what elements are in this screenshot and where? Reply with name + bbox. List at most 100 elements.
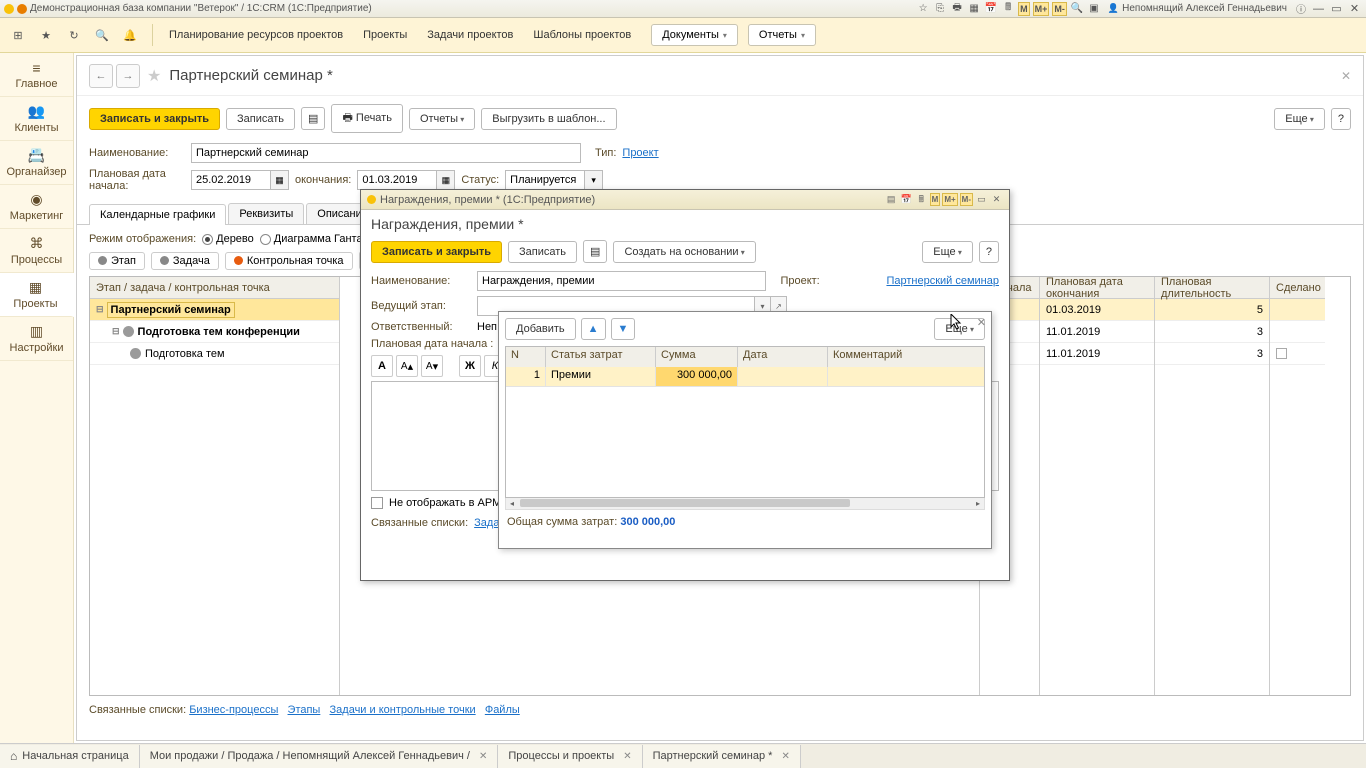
modal-tag-button[interactable]: ▤ xyxy=(583,240,607,263)
bold-button[interactable]: Ж xyxy=(459,355,481,377)
calendar-icon[interactable]: 📅 xyxy=(900,193,913,206)
save-close-button[interactable]: Записать и закрыть xyxy=(89,108,220,130)
calc-icon[interactable]: 🖩 xyxy=(915,193,928,206)
menu-documents[interactable]: Документы xyxy=(651,24,738,46)
minimize-icon[interactable]: — xyxy=(1311,2,1326,16)
taskbar-home[interactable]: Начальная страница xyxy=(0,745,140,768)
tool-icon[interactable]: 🖶 xyxy=(950,2,964,16)
hide-arm-checkbox[interactable] xyxy=(371,497,383,509)
tool-icon[interactable]: ▤ xyxy=(885,193,898,206)
tab-close-icon[interactable]: ✕ xyxy=(479,751,487,762)
modal-help-button[interactable]: ? xyxy=(979,241,999,263)
star-icon[interactable]: ★ xyxy=(34,23,58,47)
link-files[interactable]: Файлы xyxy=(485,704,520,716)
sidebar-marketing[interactable]: ◉Маркетинг xyxy=(0,185,73,229)
plan-start-input[interactable] xyxy=(191,170,271,190)
history-icon[interactable]: ↻ xyxy=(62,23,86,47)
popup-close-icon[interactable]: ✕ xyxy=(977,316,986,329)
taskbar-tab[interactable]: Процессы и проекты✕ xyxy=(498,745,642,768)
popup-add-button[interactable]: Добавить xyxy=(505,318,576,340)
memory-mminus-icon[interactable]: M- xyxy=(1052,2,1067,16)
radio-gantt[interactable]: Диаграмма Ганта xyxy=(260,233,363,245)
sidebar-processes[interactable]: ⌘Процессы xyxy=(0,229,73,273)
status-select[interactable] xyxy=(505,170,585,190)
font-color-button[interactable]: A xyxy=(371,355,393,377)
menu-reports[interactable]: Отчеты xyxy=(748,24,816,46)
horizontal-scrollbar[interactable]: ◂▸ xyxy=(505,498,985,510)
sidebar-organizer[interactable]: 📇Органайзер xyxy=(0,141,73,185)
collapse-icon[interactable]: ⊟ xyxy=(96,304,104,315)
add-checkpoint-button[interactable]: Контрольная точка xyxy=(225,252,353,270)
modal-close-icon[interactable]: ✕ xyxy=(990,193,1003,206)
tab-requisites[interactable]: Реквизиты xyxy=(228,203,304,224)
tab-close-icon[interactable]: ✕ xyxy=(781,751,789,762)
reports-button[interactable]: Отчеты xyxy=(409,108,475,130)
link-tasks[interactable]: Задачи и контрольные точки xyxy=(330,704,476,716)
modal-more-button[interactable]: Еще xyxy=(922,241,973,263)
modal-save-button[interactable]: Записать xyxy=(508,241,577,263)
current-user[interactable]: Непомнящий Алексей Геннадьевич xyxy=(1104,3,1291,14)
menu-project-tasks[interactable]: Задачи проектов xyxy=(417,29,523,41)
maximize-icon[interactable]: ▭ xyxy=(1329,2,1344,16)
menu-resource-planning[interactable]: Планирование ресурсов проектов xyxy=(159,29,353,41)
font-inc-button[interactable]: A▴ xyxy=(396,355,418,377)
move-down-button[interactable]: ▼ xyxy=(611,318,636,340)
tab-close-icon[interactable]: ✕ xyxy=(623,751,631,762)
tree-row[interactable]: ⊟Подготовка тем конференции xyxy=(90,321,339,343)
type-link[interactable]: Проект xyxy=(622,147,658,159)
memory-m-icon[interactable]: M xyxy=(1018,2,1030,16)
modal-save-close-button[interactable]: Записать и закрыть xyxy=(371,241,502,263)
nav-back-button[interactable]: ← xyxy=(89,64,113,88)
tree-row[interactable]: ⊟Партнерский семинар xyxy=(90,299,339,321)
link-stages[interactable]: Этапы xyxy=(288,704,321,716)
add-stage-button[interactable]: Этап xyxy=(89,252,145,270)
info-icon[interactable]: ⓘ xyxy=(1294,2,1308,16)
tool-icon[interactable]: 🖩 xyxy=(1001,2,1015,16)
link-bp[interactable]: Бизнес-процессы xyxy=(189,704,278,716)
nav-forward-button[interactable]: → xyxy=(116,64,140,88)
modal-name-input[interactable] xyxy=(477,271,766,291)
move-up-button[interactable]: ▲ xyxy=(581,318,606,340)
calendar-icon[interactable]: ▦ xyxy=(437,170,455,190)
favorite-star-icon[interactable]: ★ xyxy=(147,66,161,86)
export-template-button[interactable]: Выгрузить в шаблон... xyxy=(481,108,616,130)
radio-tree[interactable]: Дерево xyxy=(202,233,254,245)
menu-project-templates[interactable]: Шаблоны проектов xyxy=(523,29,641,41)
collapse-icon[interactable]: ⊟ xyxy=(112,326,120,337)
sidebar-projects[interactable]: ▦Проекты xyxy=(0,273,74,317)
table-row[interactable]: 1 Премии 300 000,00 xyxy=(506,367,984,387)
modal-max-icon[interactable]: ▭ xyxy=(975,193,988,206)
help-button[interactable]: ? xyxy=(1331,108,1351,130)
name-input[interactable] xyxy=(191,143,581,163)
tool-icon[interactable]: ⎘ xyxy=(933,2,947,16)
memory-mplus-icon[interactable]: M+ xyxy=(1033,2,1050,16)
save-button[interactable]: Записать xyxy=(226,108,295,130)
calendar-icon[interactable]: ▦ xyxy=(271,170,289,190)
font-dec-button[interactable]: A▾ xyxy=(421,355,443,377)
bell-icon[interactable]: 🔔 xyxy=(118,23,142,47)
taskbar-tab[interactable]: Партнерский семинар *✕ xyxy=(643,745,801,768)
tool-icon[interactable]: ▦ xyxy=(967,2,981,16)
tag-button[interactable]: ▤ xyxy=(301,107,325,130)
mplus-icon[interactable]: M+ xyxy=(942,193,957,206)
more-button[interactable]: Еще xyxy=(1274,108,1325,130)
m-icon[interactable]: M xyxy=(930,193,941,206)
tool-icon[interactable]: 📅 xyxy=(984,2,998,16)
sum-cell[interactable]: 300 000,00 xyxy=(656,367,738,387)
dropdown-icon[interactable]: ▾ xyxy=(585,170,603,190)
sidebar-settings[interactable]: ▥Настройки xyxy=(0,317,73,361)
taskbar-tab[interactable]: Мои продажи / Продажа / Непомнящий Алекс… xyxy=(140,745,499,768)
modal-project-link[interactable]: Партнерский семинар xyxy=(886,275,999,287)
print-button[interactable]: 🖶 Печать xyxy=(331,104,403,133)
search-icon[interactable]: 🔍 xyxy=(90,23,114,47)
sidebar-main[interactable]: ≡Главное xyxy=(0,53,73,97)
mminus-icon[interactable]: M- xyxy=(960,193,973,206)
tree-row[interactable]: Подготовка тем xyxy=(90,343,339,365)
modal-create-based-button[interactable]: Создать на основании xyxy=(613,241,755,263)
scroll-left-icon[interactable]: ◂ xyxy=(506,498,518,508)
zoom-icon[interactable]: 🔍 xyxy=(1070,2,1084,16)
tab-calendar[interactable]: Календарные графики xyxy=(89,204,226,225)
plan-end-input[interactable] xyxy=(357,170,437,190)
apps-icon[interactable]: ⊞ xyxy=(6,23,30,47)
close-icon[interactable]: ✕ xyxy=(1347,2,1362,16)
